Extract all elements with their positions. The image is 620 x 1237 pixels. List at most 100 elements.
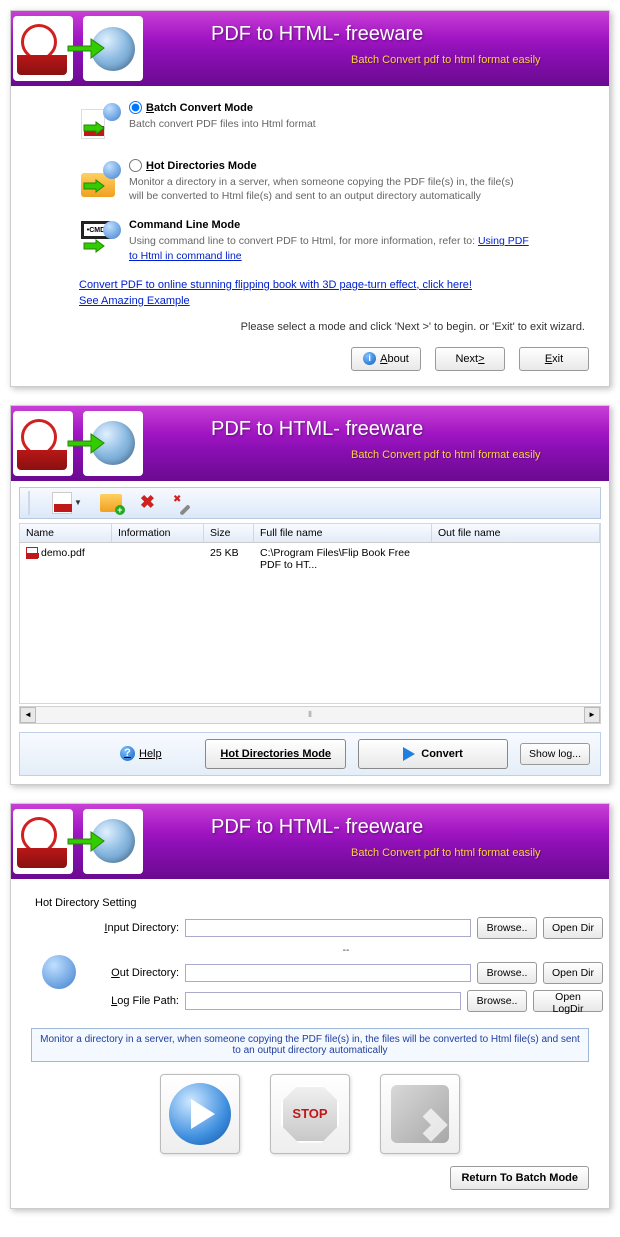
arrow-icon [66, 431, 106, 456]
play-icon [169, 1083, 231, 1145]
header-icons [11, 406, 151, 481]
output-dir-field[interactable] [185, 964, 471, 982]
hot-radio[interactable] [129, 159, 142, 172]
pdf-file-icon [52, 492, 72, 514]
arrow-icon [83, 121, 105, 135]
batch-mode-icon [79, 101, 121, 143]
file-table: Name Information Size Full file name Out… [19, 523, 601, 704]
wrench-x-icon [173, 494, 191, 512]
return-button[interactable]: Return To Batch Mode [450, 1166, 589, 1190]
mode-hot[interactable]: Hot Directories Mode Monitor a directory… [79, 159, 589, 203]
add-pdf-button[interactable]: ▼ [52, 492, 82, 514]
col-full[interactable]: Full file name [254, 524, 432, 542]
input-dir-row: Input Directory: Browse.. Open Dir [89, 917, 603, 939]
header: PDF to HTML- freeware Batch Convert pdf … [11, 804, 609, 879]
about-button[interactable]: iAbout [351, 347, 421, 371]
control-buttons: STOP [17, 1074, 603, 1154]
wizard-buttons: iAbout Next> Exit [31, 347, 589, 371]
chevron-down-icon: ▼ [74, 498, 82, 507]
wizard-window: PDF to HTML- freeware Batch Convert pdf … [10, 10, 610, 387]
open-input-button[interactable]: Open Dir [543, 917, 603, 939]
cell-info [112, 545, 204, 573]
table-row[interactable]: demo.pdf 25 KB C:\Program Files\Flip Boo… [20, 543, 600, 575]
cell-name: demo.pdf [20, 545, 112, 573]
header: PDF to HTML- freeware Batch Convert pdf … [11, 11, 609, 86]
promo-link-2[interactable]: See Amazing Example [79, 295, 589, 307]
header-text: PDF to HTML- freeware Batch Convert pdf … [211, 23, 541, 66]
scroll-right-button[interactable]: ► [584, 707, 600, 723]
hot-mode-icon [79, 159, 121, 201]
header-text: PDF to HTML- freeware Batch Convert pdf … [211, 418, 541, 461]
promo-link-1[interactable]: Convert PDF to online stunning flipping … [79, 279, 589, 291]
hotdir-body: Hot Directory Setting Input Directory: B… [11, 879, 609, 1208]
tools-button[interactable] [173, 494, 191, 512]
col-out[interactable]: Out file name [432, 524, 600, 542]
remove-button[interactable]: ✖ [140, 492, 155, 513]
scroll-track[interactable]: ⦀ [36, 710, 584, 720]
wizard-body: Batch Convert Mode Batch convert PDF fil… [11, 86, 609, 386]
table-body[interactable]: demo.pdf 25 KB C:\Program Files\Flip Boo… [20, 543, 600, 703]
browse-output-button[interactable]: Browse.. [477, 962, 537, 984]
mode-cmd[interactable]: •CMD Command Line Mode Using command lin… [79, 219, 589, 262]
arrow-icon [83, 239, 105, 253]
cmd-desc: Using command line to convert PDF to Htm… [129, 234, 529, 262]
horizontal-scrollbar[interactable]: ◄ ⦀ ► [19, 706, 601, 724]
section-title: Hot Directory Setting [35, 897, 603, 909]
minimize-button[interactable] [380, 1074, 460, 1154]
header-icons [11, 804, 151, 879]
app-subtitle: Batch Convert pdf to html format easily [351, 449, 541, 461]
cmd-title: Command Line Mode [129, 219, 240, 231]
hot-title: Hot Directories Mode [146, 160, 257, 172]
arrow-icon [66, 36, 106, 61]
add-folder-button[interactable]: + [100, 494, 122, 512]
open-output-button[interactable]: Open Dir [543, 962, 603, 984]
info-strip: Monitor a directory in a server, when so… [31, 1028, 589, 1062]
directory-form: Input Directory: Browse.. Open Dir -- Ou… [17, 917, 603, 1018]
separator: -- [89, 945, 603, 956]
header-icons [11, 11, 151, 86]
start-button[interactable] [160, 1074, 240, 1154]
header: PDF to HTML- freeware Batch Convert pdf … [11, 406, 609, 481]
output-dir-row: Out Directory: Browse.. Open Dir [89, 962, 603, 984]
browse-log-button[interactable]: Browse.. [467, 990, 527, 1012]
browse-input-button[interactable]: Browse.. [477, 917, 537, 939]
toolbar: ▼ + ✖ [19, 487, 601, 519]
cell-size: 25 KB [204, 545, 254, 573]
app-title: PDF to HTML- freeware [211, 816, 541, 839]
help-link[interactable]: ?Help [120, 746, 162, 761]
stop-icon: STOP [281, 1085, 339, 1143]
return-row: Return To Batch Mode [17, 1160, 603, 1204]
app-subtitle: Batch Convert pdf to html format easily [351, 54, 541, 66]
app-title: PDF to HTML- freeware [211, 23, 541, 46]
scroll-left-button[interactable]: ◄ [20, 707, 36, 723]
hot-directories-button[interactable]: Hot Directories Mode [205, 739, 346, 769]
convert-button[interactable]: Convert [358, 739, 508, 769]
next-button[interactable]: Next> [435, 347, 505, 371]
toolbar-grip [28, 491, 30, 515]
open-log-button[interactable]: Open LogDir [533, 990, 603, 1012]
batch-title: Batch Convert Mode [146, 102, 253, 114]
hot-desc: Monitor a directory in a server, when so… [129, 175, 529, 203]
show-log-button[interactable]: Show log... [520, 743, 590, 765]
folder-icon: + [100, 494, 122, 512]
stop-button[interactable]: STOP [270, 1074, 350, 1154]
info-icon: i [363, 352, 376, 365]
cmd-mode-icon: •CMD [79, 219, 121, 261]
pdf-file-icon [26, 547, 38, 559]
header-text: PDF to HTML- freeware Batch Convert pdf … [211, 816, 541, 859]
batch-window: PDF to HTML- freeware Batch Convert pdf … [10, 405, 610, 785]
log-path-label: Log File Path: [89, 995, 179, 1007]
col-info[interactable]: Information [112, 524, 204, 542]
app-subtitle: Batch Convert pdf to html format easily [351, 847, 541, 859]
batch-radio[interactable] [129, 101, 142, 114]
mode-batch[interactable]: Batch Convert Mode Batch convert PDF fil… [79, 101, 589, 143]
col-name[interactable]: Name [20, 524, 112, 542]
exit-button[interactable]: Exit [519, 347, 589, 371]
col-size[interactable]: Size [204, 524, 254, 542]
globe-icon [33, 927, 85, 1017]
input-dir-field[interactable] [185, 919, 471, 937]
batch-desc: Batch convert PDF files into Html format [129, 117, 529, 131]
log-path-field[interactable] [185, 992, 461, 1010]
table-header: Name Information Size Full file name Out… [20, 524, 600, 543]
arrow-icon [66, 829, 106, 854]
